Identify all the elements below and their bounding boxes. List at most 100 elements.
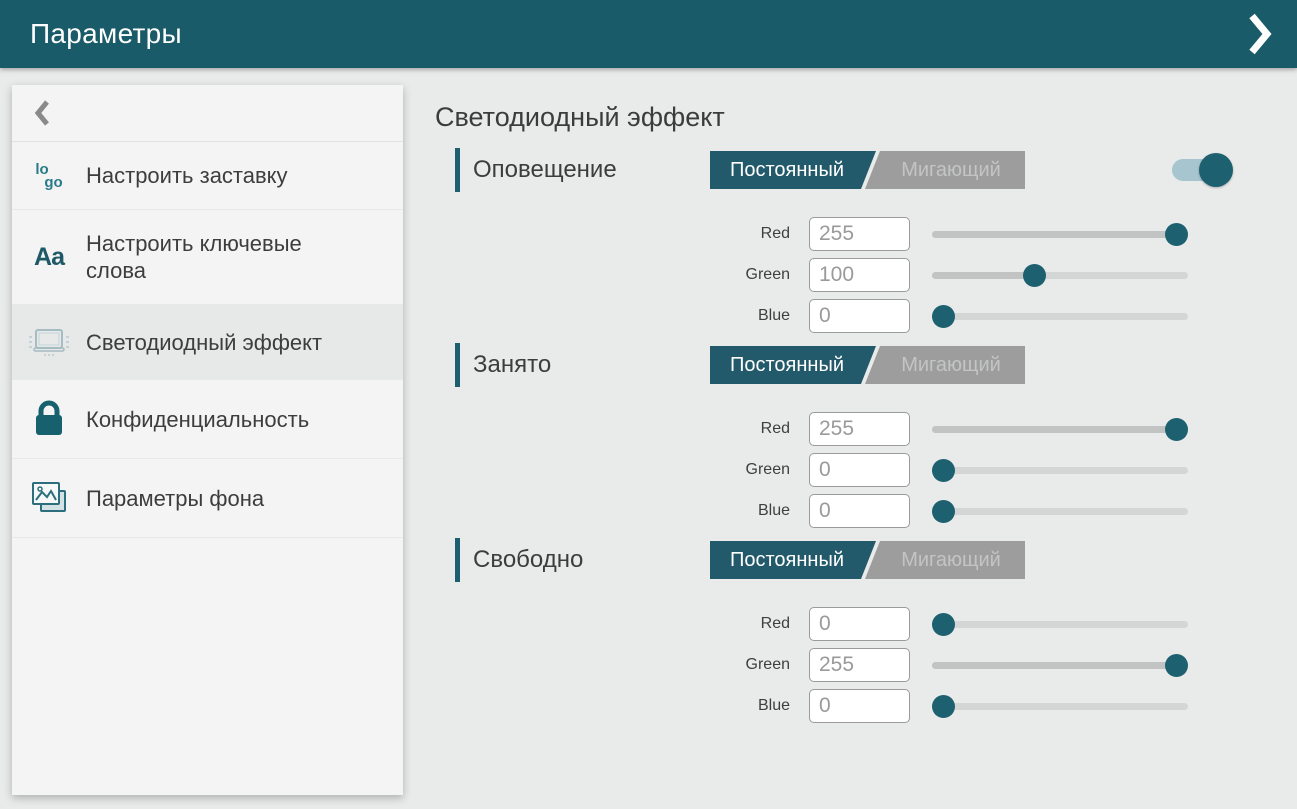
blue-label: Blue xyxy=(435,307,790,325)
section-accent-bar xyxy=(455,148,460,192)
logo-icon-line2: go xyxy=(44,176,62,189)
mode-segmented-control: Постоянный Мигающий xyxy=(710,151,1025,189)
notification-led-toggle[interactable] xyxy=(1172,159,1224,181)
green-label: Green xyxy=(435,656,790,674)
blue-slider-row: Blue xyxy=(435,689,1297,723)
red-slider-row: Red xyxy=(435,607,1297,641)
red-slider-row: Red xyxy=(435,412,1297,446)
page-title: Светодиодный эффект xyxy=(435,102,1297,133)
mode-option-solid[interactable]: Постоянный xyxy=(710,541,876,579)
sidebar-item-label: Конфиденциальность xyxy=(86,406,309,433)
lock-icon xyxy=(12,400,86,438)
mode-option-blink[interactable]: Мигающий xyxy=(865,541,1025,579)
slider-thumb[interactable] xyxy=(1165,654,1188,677)
sidebar-item-led-effect[interactable]: Светодиодный эффект xyxy=(12,305,403,380)
green-slider[interactable] xyxy=(932,453,1188,487)
green-slider[interactable] xyxy=(932,648,1188,682)
sidebar-back-button[interactable] xyxy=(12,85,403,142)
green-value-input[interactable] xyxy=(809,258,910,292)
mode-segmented-control: Постоянный Мигающий xyxy=(710,346,1025,384)
mode-option-solid[interactable]: Постоянный xyxy=(710,151,876,189)
blue-value-input[interactable] xyxy=(809,494,910,528)
slider-thumb[interactable] xyxy=(932,305,955,328)
slider-thumb[interactable] xyxy=(932,613,955,636)
green-label: Green xyxy=(435,266,790,284)
keywords-icon-text: Aa xyxy=(34,243,64,272)
slider-thumb[interactable] xyxy=(1165,223,1188,246)
green-slider-row: Green xyxy=(435,453,1297,487)
sidebar-item-privacy[interactable]: Конфиденциальность xyxy=(12,380,403,459)
slider-track xyxy=(932,313,1188,320)
blue-slider[interactable] xyxy=(932,689,1188,723)
red-slider[interactable] xyxy=(932,217,1188,251)
green-slider-row: Green xyxy=(435,258,1297,292)
mode-option-blink[interactable]: Мигающий xyxy=(865,346,1025,384)
toggle-knob xyxy=(1199,153,1233,187)
keywords-icon: Aa xyxy=(12,243,86,272)
sidebar-item-label: Параметры фона xyxy=(86,485,264,512)
settings-sidebar: lo go Настроить заставку Aa Настроить кл… xyxy=(12,85,403,795)
blue-slider[interactable] xyxy=(932,299,1188,333)
slider-track xyxy=(932,467,1188,474)
blue-value-input[interactable] xyxy=(809,299,910,333)
slider-track xyxy=(932,703,1188,710)
background-images-icon xyxy=(12,479,86,517)
sidebar-item-label: Настроить заставку xyxy=(86,162,288,189)
red-label: Red xyxy=(435,615,790,633)
green-slider[interactable] xyxy=(932,258,1188,292)
blue-slider-row: Blue xyxy=(435,494,1297,528)
slider-fill xyxy=(932,231,1177,238)
slider-track xyxy=(932,621,1188,628)
section-free: Свободно Постоянный Мигающий Red Green xyxy=(435,538,1297,723)
logo-icon: lo go xyxy=(12,163,86,189)
chevron-right-icon xyxy=(1248,12,1272,56)
red-label: Red xyxy=(435,420,790,438)
led-monitor-icon xyxy=(12,325,86,359)
chevron-left-icon xyxy=(34,99,50,127)
green-slider-row: Green xyxy=(435,648,1297,682)
red-value-input[interactable] xyxy=(809,412,910,446)
mode-option-solid[interactable]: Постоянный xyxy=(710,346,876,384)
sidebar-item-screensaver[interactable]: lo go Настроить заставку xyxy=(12,142,403,210)
mode-segmented-control: Постоянный Мигающий xyxy=(710,541,1025,579)
blue-label: Blue xyxy=(435,502,790,520)
slider-thumb[interactable] xyxy=(1023,264,1046,287)
section-accent-bar xyxy=(455,538,460,582)
section-busy: Занято Постоянный Мигающий Red Green xyxy=(435,343,1297,528)
sidebar-item-keywords[interactable]: Aa Настроить ключевые слова xyxy=(12,210,403,305)
red-slider[interactable] xyxy=(932,607,1188,641)
section-title: Свободно xyxy=(473,546,583,574)
section-notification: Оповещение Постоянный Мигающий Red xyxy=(435,148,1297,333)
app-title: Параметры xyxy=(30,18,182,50)
section-accent-bar xyxy=(455,343,460,387)
red-value-input[interactable] xyxy=(809,607,910,641)
mode-option-blink[interactable]: Мигающий xyxy=(865,151,1025,189)
green-value-input[interactable] xyxy=(809,648,910,682)
sidebar-item-label: Светодиодный эффект xyxy=(86,329,322,356)
blue-label: Blue xyxy=(435,697,790,715)
sidebar-item-label: Настроить ключевые слова xyxy=(86,230,316,284)
section-title: Оповещение xyxy=(473,156,617,184)
red-value-input[interactable] xyxy=(809,217,910,251)
slider-fill xyxy=(932,426,1177,433)
green-label: Green xyxy=(435,461,790,479)
blue-slider-row: Blue xyxy=(435,299,1297,333)
led-effect-panel: Светодиодный эффект Оповещение Постоянны… xyxy=(435,68,1297,730)
slider-fill xyxy=(932,662,1177,669)
slider-track xyxy=(932,508,1188,515)
slider-thumb[interactable] xyxy=(1165,418,1188,441)
green-value-input[interactable] xyxy=(809,453,910,487)
blue-slider[interactable] xyxy=(932,494,1188,528)
red-label: Red xyxy=(435,225,790,243)
app-header: Параметры xyxy=(0,0,1297,68)
chevron-right-icon[interactable] xyxy=(1243,11,1277,57)
slider-thumb[interactable] xyxy=(932,500,955,523)
slider-thumb[interactable] xyxy=(932,695,955,718)
sidebar-item-background[interactable]: Параметры фона xyxy=(12,459,403,538)
red-slider[interactable] xyxy=(932,412,1188,446)
red-slider-row: Red xyxy=(435,217,1297,251)
blue-value-input[interactable] xyxy=(809,689,910,723)
section-title: Занято xyxy=(473,351,551,379)
slider-fill xyxy=(932,272,1035,279)
slider-thumb[interactable] xyxy=(932,459,955,482)
